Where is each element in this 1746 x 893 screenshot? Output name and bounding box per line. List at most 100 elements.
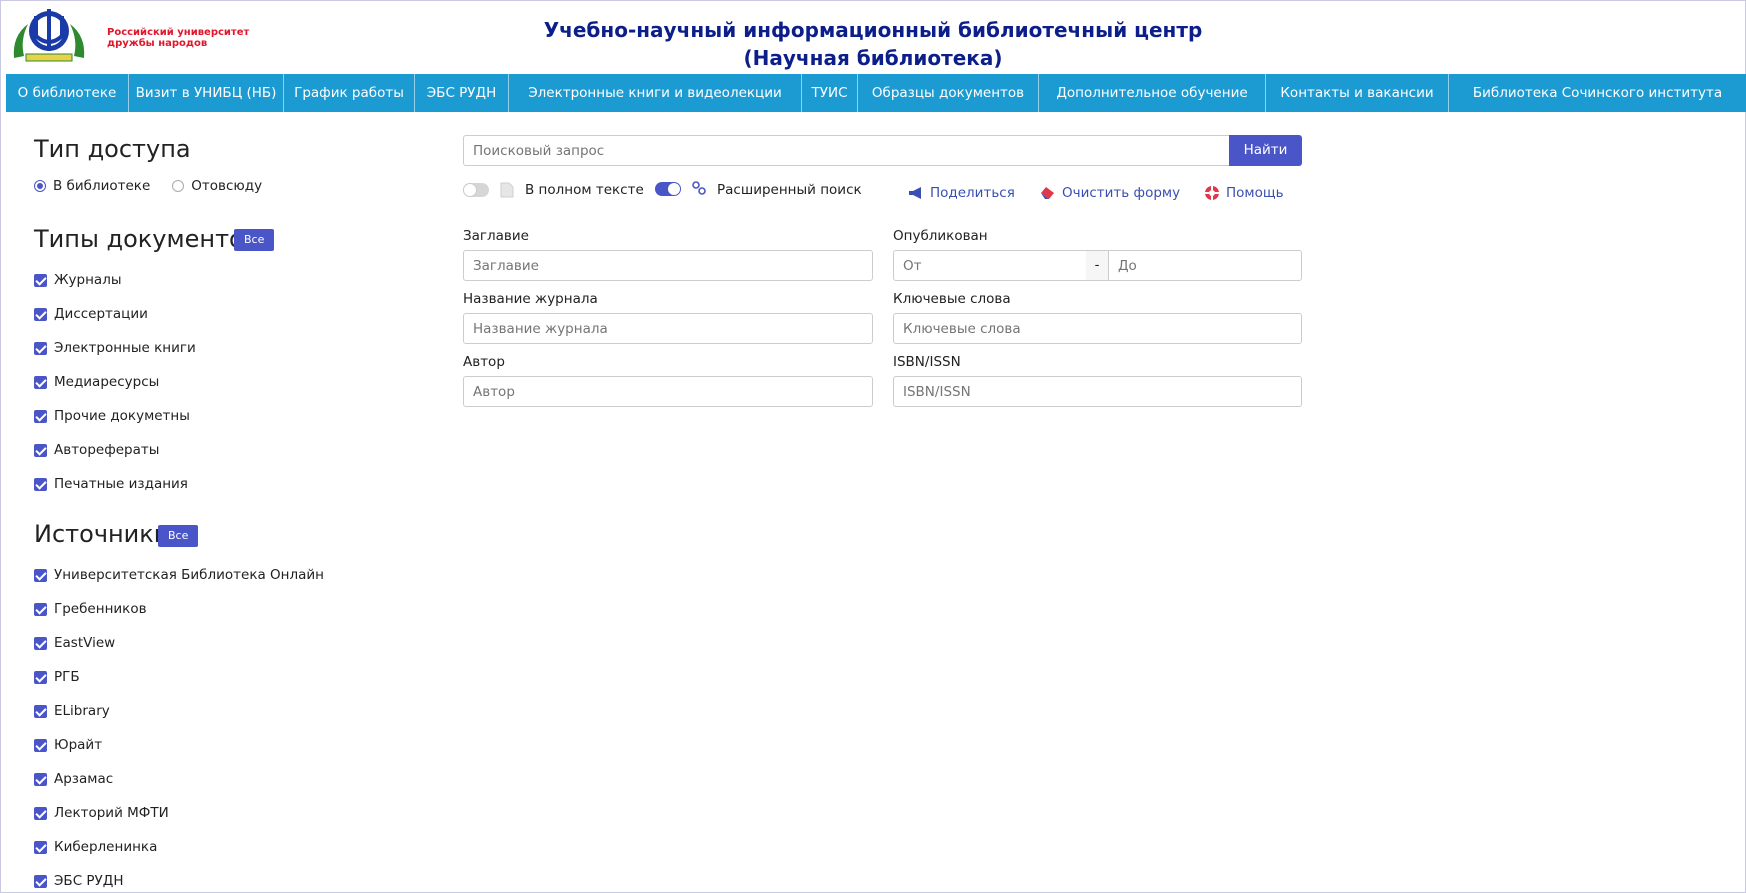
source-label: ЭБС РУДН (54, 873, 124, 889)
doc-type-item[interactable]: Электронные книги (34, 340, 196, 356)
source-item[interactable]: ELibrary (34, 703, 110, 719)
doc-type-label: Журналы (54, 272, 122, 288)
doc-type-label: Печатные издания (54, 476, 188, 492)
radio-in-library[interactable] (34, 180, 46, 192)
source-item[interactable]: Гребенников (34, 601, 147, 617)
checkbox-icon[interactable] (34, 840, 47, 854)
lifebuoy-icon (1205, 186, 1219, 200)
journal-field[interactable] (463, 313, 873, 344)
author-label: Автор (463, 354, 505, 370)
radio-anywhere[interactable] (172, 180, 185, 192)
doc-type-item[interactable]: Медиаресурсы (34, 374, 159, 390)
published-label: Опубликован (893, 228, 988, 244)
clear-form-label: Очистить форму (1062, 185, 1181, 201)
source-label: ELibrary (54, 703, 110, 719)
keywords-label: Ключевые слова (893, 291, 1011, 307)
checkbox-icon[interactable] (34, 341, 47, 355)
nav-schedule[interactable]: График работы (284, 74, 415, 112)
checkbox-icon[interactable] (34, 273, 47, 287)
help-label: Помощь (1226, 185, 1284, 201)
source-label: Университетская Библиотека Онлайн (54, 567, 325, 583)
site-title: Учебно-научный информационный библиотечн… (0, 16, 1746, 72)
source-label: Киберленинка (54, 839, 158, 855)
search-input[interactable] (463, 135, 1230, 166)
doc-types-all-button[interactable]: Все (234, 229, 275, 251)
journal-label: Название журнала (463, 291, 598, 307)
checkbox-icon[interactable] (34, 477, 47, 491)
megaphone-icon (909, 187, 921, 199)
checkbox-icon[interactable] (34, 636, 47, 650)
source-item[interactable]: Университетская Библиотека Онлайн (34, 567, 324, 583)
nav-samples[interactable]: Образцы документов (858, 74, 1039, 112)
clear-form-link[interactable]: Очистить форму (1040, 185, 1180, 201)
doc-type-label: Медиаресурсы (54, 374, 160, 390)
share-label: Поделиться (930, 185, 1015, 201)
header: Российский университет дружбы народов Уч… (0, 0, 1746, 74)
share-link[interactable]: Поделиться (908, 185, 1015, 201)
checkbox-icon[interactable] (34, 307, 47, 321)
doc-type-label: Электронные книги (54, 340, 196, 356)
doc-type-label: Диссертации (54, 306, 148, 322)
gears-icon (692, 181, 706, 195)
date-range-dash: - (1086, 250, 1108, 281)
title-label: Заглавие (463, 228, 529, 244)
site-title-line1: Учебно-научный информационный библиотечн… (543, 18, 1203, 42)
nav-sochi[interactable]: Библиотека Сочинского института (1449, 74, 1746, 112)
nav-contacts[interactable]: Контакты и вакансии (1266, 74, 1449, 112)
sources-all-button[interactable]: Все (158, 525, 199, 547)
checkbox-icon[interactable] (34, 772, 47, 786)
source-item[interactable]: Арзамас (34, 771, 113, 787)
source-label: Гребенников (54, 601, 147, 617)
isbn-field[interactable] (893, 376, 1302, 407)
keywords-field[interactable] (893, 313, 1302, 344)
source-item[interactable]: Киберленинка (34, 839, 157, 855)
source-item[interactable]: Юрайт (34, 737, 102, 753)
source-item[interactable]: EastView (34, 635, 115, 651)
doc-type-item[interactable]: Печатные издания (34, 476, 188, 492)
checkbox-icon[interactable] (34, 409, 47, 423)
doc-type-item[interactable]: Диссертации (34, 306, 148, 322)
sources-heading: Источники (34, 520, 170, 548)
source-item[interactable]: РГБ (34, 669, 80, 685)
access-options: В библиотеке Отовсюду (34, 178, 262, 194)
nav-ebooks[interactable]: Электронные книги и видеолекции (509, 74, 802, 112)
checkbox-icon[interactable] (34, 874, 47, 888)
full-text-label: В полном тексте (525, 182, 644, 198)
source-label: РГБ (54, 669, 80, 685)
doc-type-label: Авторефераты (54, 442, 160, 458)
nav-education[interactable]: Дополнительное обучение (1039, 74, 1266, 112)
published-to-field[interactable] (1108, 250, 1302, 281)
nav-tuis[interactable]: ТУИС (802, 74, 858, 112)
isbn-label: ISBN/ISSN (893, 354, 961, 370)
checkbox-icon[interactable] (34, 704, 47, 718)
checkbox-icon[interactable] (34, 568, 47, 582)
source-label: Арзамас (54, 771, 114, 787)
checkbox-icon[interactable] (34, 670, 47, 684)
source-item[interactable]: ЭБС РУДН (34, 873, 123, 889)
author-field[interactable] (463, 376, 873, 407)
advanced-search-toggle[interactable] (655, 182, 681, 196)
full-text-toggle[interactable] (463, 183, 489, 197)
advanced-search-label: Расширенный поиск (717, 182, 862, 198)
doc-type-label: Прочие докуметны (54, 408, 190, 424)
source-item[interactable]: Лекторий МФТИ (34, 805, 169, 821)
source-label: EastView (54, 635, 116, 651)
doc-type-item[interactable]: Прочие докуметны (34, 408, 190, 424)
help-link[interactable]: Помощь (1204, 185, 1284, 201)
doc-type-item[interactable]: Авторефераты (34, 442, 159, 458)
eraser-icon (1041, 187, 1054, 199)
checkbox-icon[interactable] (34, 806, 47, 820)
checkbox-icon[interactable] (34, 738, 47, 752)
checkbox-icon[interactable] (34, 602, 47, 616)
doc-type-item[interactable]: Журналы (34, 272, 122, 288)
source-label: Лекторий МФТИ (54, 805, 169, 821)
nav-about[interactable]: О библиотеке (6, 74, 129, 112)
nav-ebs[interactable]: ЭБС РУДН (415, 74, 509, 112)
nav-visit[interactable]: Визит в УНИБЦ (НБ) (129, 74, 284, 112)
document-icon (500, 182, 514, 198)
title-field[interactable] (463, 250, 873, 281)
search-button[interactable]: Найти (1229, 135, 1302, 166)
published-from-field[interactable] (893, 250, 1087, 281)
checkbox-icon[interactable] (34, 375, 47, 389)
checkbox-icon[interactable] (34, 443, 47, 457)
